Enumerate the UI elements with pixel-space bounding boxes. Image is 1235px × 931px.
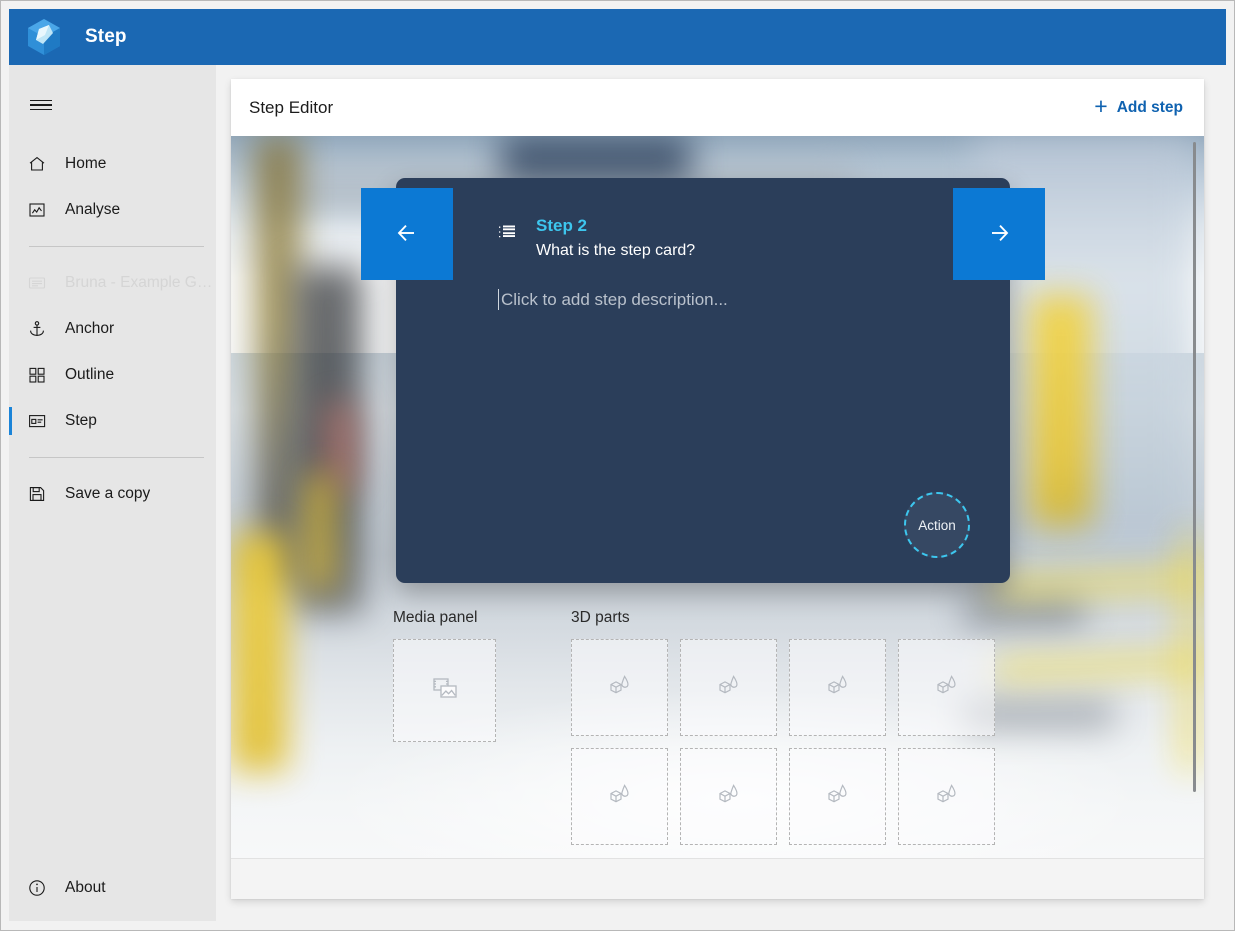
sidebar-item-label: About <box>65 879 106 897</box>
save-icon <box>17 484 57 504</box>
step-title: What is the step card? <box>536 241 695 260</box>
3d-part-icon <box>605 670 635 705</box>
step-description-input[interactable]: Click to add step description... <box>498 289 970 310</box>
anchor-icon <box>17 319 57 339</box>
part-slot[interactable] <box>680 639 777 736</box>
part-slot[interactable] <box>571 748 668 845</box>
media-slot[interactable] <box>393 639 496 742</box>
part-slot[interactable] <box>898 748 995 845</box>
add-step-label: Add step <box>1117 99 1183 117</box>
step-icon <box>17 411 57 431</box>
home-icon <box>17 154 57 174</box>
sidebar-item-anchor[interactable]: Anchor <box>9 306 216 352</box>
chart-icon <box>17 200 57 220</box>
step-editor-panel: Step Editor + Add step <box>231 79 1204 899</box>
arrow-left-icon <box>386 212 428 257</box>
page-title: Step Editor <box>249 98 333 118</box>
sidebar-item-label: Save a copy <box>65 485 150 503</box>
parts-grid <box>571 639 995 845</box>
sidebar: Home Analyse B <box>9 65 216 921</box>
sidebar-item-step[interactable]: Step <box>9 398 216 444</box>
3d-part-icon <box>932 670 962 705</box>
3d-part-icon <box>714 779 744 814</box>
3d-part-icon <box>823 779 853 814</box>
app-window: Step Home <box>0 0 1235 931</box>
info-icon <box>17 878 57 898</box>
previous-step-button[interactable] <box>361 188 453 280</box>
hamburger-icon[interactable] <box>17 81 65 129</box>
3d-part-icon <box>605 779 635 814</box>
sidebar-item-label: Analyse <box>65 201 120 219</box>
list-icon <box>496 221 518 260</box>
add-step-button[interactable]: + Add step <box>1086 91 1191 124</box>
sidebar-item-label: Bruna - Example Gui... <box>65 274 216 292</box>
sidebar-item-save-a-copy[interactable]: Save a copy <box>9 471 216 517</box>
3d-part-icon <box>714 670 744 705</box>
guide-icon <box>17 273 57 293</box>
parts-panel-group: 3D parts <box>571 609 995 845</box>
parts-panel-label: 3D parts <box>571 609 995 627</box>
next-step-button[interactable] <box>953 188 1045 280</box>
media-panel-label: Media panel <box>393 609 496 627</box>
part-slot[interactable] <box>789 639 886 736</box>
sidebar-item-about[interactable]: About <box>9 865 216 911</box>
editor-header: Step Editor + Add step <box>231 79 1204 136</box>
part-slot[interactable] <box>789 748 886 845</box>
media-panel-group: Media panel <box>393 609 496 845</box>
guides-hexagon-logo <box>23 16 65 58</box>
sidebar-divider-bottom <box>29 457 204 458</box>
step-preview-stage: Step 2 What is the step card? Click to a… <box>231 136 1204 858</box>
3d-part-icon <box>823 670 853 705</box>
asset-panels: Media panel <box>393 609 1184 845</box>
action-label: Action <box>918 518 956 533</box>
sidebar-divider-top <box>29 246 204 247</box>
sidebar-item-guide-name: Bruna - Example Gui... <box>9 260 216 306</box>
3d-part-icon <box>932 779 962 814</box>
step-number: Step 2 <box>536 216 695 236</box>
sidebar-item-label: Step <box>65 412 97 430</box>
step-card-header: Step 2 What is the step card? <box>496 216 695 260</box>
sidebar-item-label: Outline <box>65 366 114 384</box>
media-image-icon <box>429 672 461 709</box>
plus-icon: + <box>1094 95 1107 118</box>
app-title: Step <box>85 26 127 48</box>
grid-icon <box>17 365 57 385</box>
sidebar-item-label: Home <box>65 155 106 173</box>
step-card: Step 2 What is the step card? Click to a… <box>396 178 1010 583</box>
editor-footer <box>231 858 1204 899</box>
vertical-scrollbar[interactable] <box>1188 136 1201 858</box>
sidebar-bottom: About <box>9 865 216 911</box>
arrow-right-icon <box>978 212 1020 257</box>
sidebar-nav-list: Home Analyse B <box>9 141 216 517</box>
main-content: Step Editor + Add step <box>216 65 1226 921</box>
part-slot[interactable] <box>680 748 777 845</box>
sidebar-item-home[interactable]: Home <box>9 141 216 187</box>
part-slot[interactable] <box>898 639 995 736</box>
part-slot[interactable] <box>571 639 668 736</box>
title-bar: Step <box>9 9 1226 65</box>
scrollbar-thumb[interactable] <box>1193 142 1196 792</box>
sidebar-item-label: Anchor <box>65 320 114 338</box>
action-button[interactable]: Action <box>904 492 970 558</box>
sidebar-item-analyse[interactable]: Analyse <box>9 187 216 233</box>
sidebar-item-outline[interactable]: Outline <box>9 352 216 398</box>
